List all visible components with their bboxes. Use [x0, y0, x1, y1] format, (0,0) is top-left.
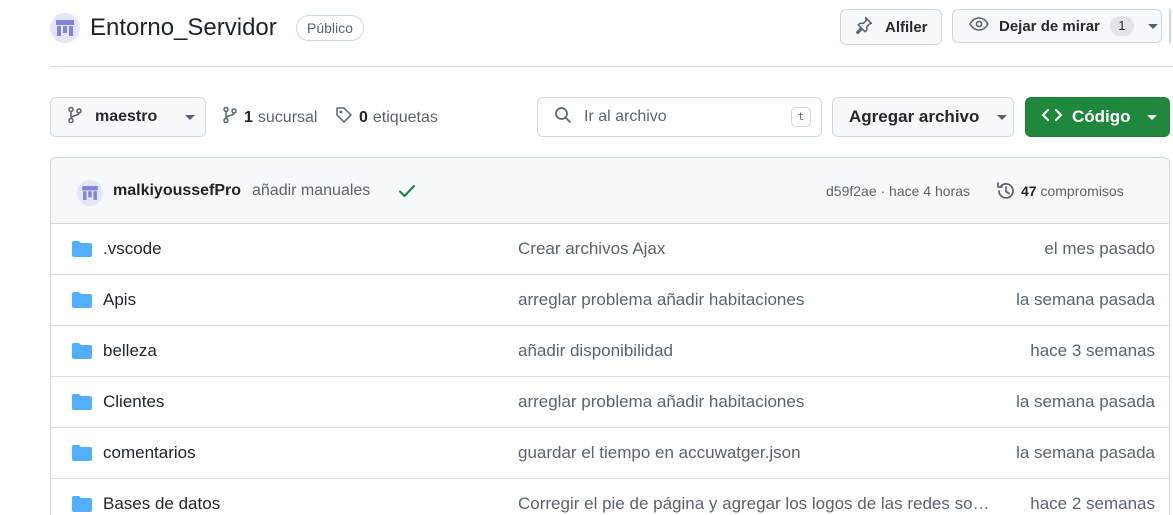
file-row[interactable]: Bases de datos Corregir el pie de página…: [51, 479, 1169, 515]
tags-link[interactable]: 0 etiquetas: [335, 106, 438, 129]
add-file-label: Agregar archivo: [849, 107, 980, 126]
file-commit-age: la semana pasada: [1016, 290, 1155, 309]
commits-label: compromisos: [1040, 183, 1124, 199]
search-placeholder: Ir al archivo: [584, 108, 667, 125]
code-button[interactable]: Código: [1025, 97, 1170, 137]
keyboard-shortcut-hint: t: [791, 107, 811, 127]
file-commit-age: hace 2 semanas: [1030, 494, 1155, 513]
code-icon: [1042, 107, 1062, 127]
file-name[interactable]: comentarios: [103, 443, 196, 463]
branch-icon: [222, 106, 238, 129]
file-commit-message[interactable]: añadir disponibilidad: [518, 341, 998, 361]
chevron-down-icon: [185, 114, 196, 120]
pin-label: Alfiler: [885, 18, 928, 36]
chevron-down-icon: [1146, 114, 1157, 120]
header-divider: [50, 66, 1173, 67]
check-icon[interactable]: [398, 183, 416, 204]
branches-count: 1: [244, 108, 253, 126]
pin-button[interactable]: Alfiler: [840, 9, 942, 45]
repo-page: Entorno_Servidor Público Alfiler Dejar d…: [0, 0, 1173, 515]
unwatch-button[interactable]: Dejar de mirar 1: [952, 9, 1162, 43]
folder-icon: [71, 240, 93, 263]
search-icon: [554, 106, 572, 129]
watch-count-badge: 1: [1109, 16, 1134, 36]
file-commit-message[interactable]: guardar el tiempo en accuwatger.json: [518, 443, 998, 463]
file-browser: malkiyoussefPro añadir manuales d59f2ae …: [50, 157, 1170, 515]
unwatch-label: Dejar de mirar: [999, 17, 1100, 35]
file-commit-message[interactable]: arreglar problema añadir habitaciones: [518, 290, 998, 310]
repo-owner-avatar[interactable]: [50, 13, 80, 43]
file-row[interactable]: .vscode Crear archivos Ajax el mes pasad…: [51, 224, 1169, 275]
go-to-file-input[interactable]: Ir al archivo t: [537, 97, 822, 137]
tags-count: 0: [359, 108, 368, 126]
file-commit-age: la semana pasada: [1016, 392, 1155, 411]
folder-icon: [71, 393, 93, 416]
code-label: Código: [1072, 107, 1131, 126]
folder-icon: [71, 291, 93, 314]
file-name[interactable]: belleza: [103, 341, 157, 361]
file-name[interactable]: .vscode: [103, 239, 162, 259]
file-name[interactable]: Bases de datos: [103, 494, 220, 514]
visibility-badge: Público: [296, 15, 364, 41]
branch-icon: [67, 106, 83, 128]
file-commit-age: la semana pasada: [1016, 443, 1155, 462]
chevron-down-icon: [1147, 23, 1158, 29]
tags-label: etiquetas: [372, 108, 438, 126]
latest-commit-bar: malkiyoussefPro añadir manuales d59f2ae …: [51, 158, 1169, 224]
folder-icon: [71, 342, 93, 365]
truncated-button-edge: [1169, 9, 1171, 43]
commit-hash-time[interactable]: d59f2ae · hace 4 horas: [826, 183, 970, 199]
file-name[interactable]: Clientes: [103, 392, 164, 412]
commit-author[interactable]: malkiyoussefPro: [113, 182, 241, 200]
folder-icon: [71, 444, 93, 467]
branch-name: maestro: [95, 108, 158, 125]
chevron-down-icon: [997, 114, 1008, 120]
file-commit-age: hace 3 semanas: [1030, 341, 1155, 360]
branches-label: sucursal: [257, 108, 318, 126]
commit-message[interactable]: añadir manuales: [252, 182, 370, 200]
commits-count: 47: [1021, 183, 1037, 199]
file-name[interactable]: Apis: [103, 290, 136, 310]
file-commit-age: el mes pasado: [1044, 239, 1155, 258]
file-commit-message[interactable]: Corregir el pie de página y agregar los …: [518, 494, 998, 514]
file-row[interactable]: comentarios guardar el tiempo en accuwat…: [51, 428, 1169, 479]
branch-selector[interactable]: maestro: [50, 97, 206, 137]
branches-link[interactable]: 1 sucursal: [222, 106, 317, 129]
folder-icon: [71, 495, 93, 515]
file-row[interactable]: belleza añadir disponibilidad hace 3 sem…: [51, 326, 1169, 377]
file-commit-message[interactable]: Crear archivos Ajax: [518, 239, 998, 259]
add-file-button[interactable]: Agregar archivo: [832, 97, 1014, 137]
commits-link[interactable]: 47 compromisos: [1021, 183, 1124, 199]
pin-icon: [855, 16, 873, 38]
file-commit-message[interactable]: arreglar problema añadir habitaciones: [518, 392, 998, 412]
tag-icon: [335, 106, 353, 129]
history-icon: [995, 180, 1017, 207]
author-avatar[interactable]: [77, 180, 103, 206]
file-row[interactable]: Apis arreglar problema añadir habitacion…: [51, 275, 1169, 326]
eye-icon: [969, 16, 989, 36]
file-row[interactable]: Clientes arreglar problema añadir habita…: [51, 377, 1169, 428]
repo-title[interactable]: Entorno_Servidor: [90, 12, 277, 44]
